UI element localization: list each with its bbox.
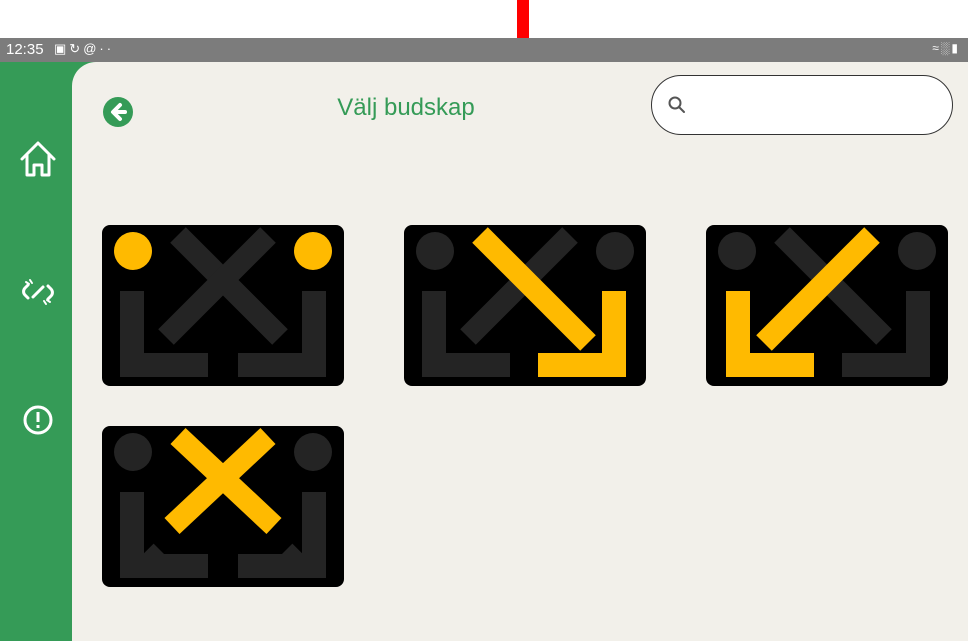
search-icon (668, 96, 685, 113)
unlink-icon (22, 279, 54, 305)
message-card-yellow-lights[interactable] (102, 225, 344, 386)
status-time: 12:35 (6, 41, 44, 58)
sidebar-item-home[interactable] (16, 137, 60, 181)
search-input[interactable] (696, 88, 940, 124)
sync-icon: ↻ (69, 41, 84, 56)
at-icon: @ (83, 41, 100, 56)
alert-icon (23, 405, 53, 435)
arrow-left-circle-icon (103, 97, 133, 127)
battery-icon: ▮ (951, 41, 960, 55)
sign-yellow-lights-icon (102, 225, 344, 386)
page-title: Välj budskap (337, 94, 475, 121)
message-card-arrow-down-right[interactable] (404, 225, 646, 386)
home-icon (20, 141, 56, 177)
search-bar[interactable] (651, 75, 953, 135)
message-card-cross[interactable] (102, 426, 344, 587)
status-bar: 12:35 ▣↻@·· ≈░▮ (0, 38, 968, 62)
sidebar-item-unlink[interactable] (16, 270, 60, 314)
sign-arrow-down-right-icon (404, 225, 646, 386)
sign-cross-icon (102, 426, 344, 587)
image-icon: ▣ (54, 41, 70, 56)
message-card-arrow-down-left[interactable] (706, 225, 948, 386)
sign-arrow-down-left-icon (706, 225, 948, 386)
back-button[interactable] (102, 96, 134, 128)
wifi-icon: ≈ (932, 41, 941, 55)
more-icon: ·· (99, 41, 115, 56)
status-left-icons: ▣↻@·· (54, 41, 114, 57)
status-right-icons: ≈░▮ (932, 41, 960, 55)
sidebar-item-alert[interactable] (16, 398, 60, 442)
signal-icon: ░ (940, 41, 952, 55)
